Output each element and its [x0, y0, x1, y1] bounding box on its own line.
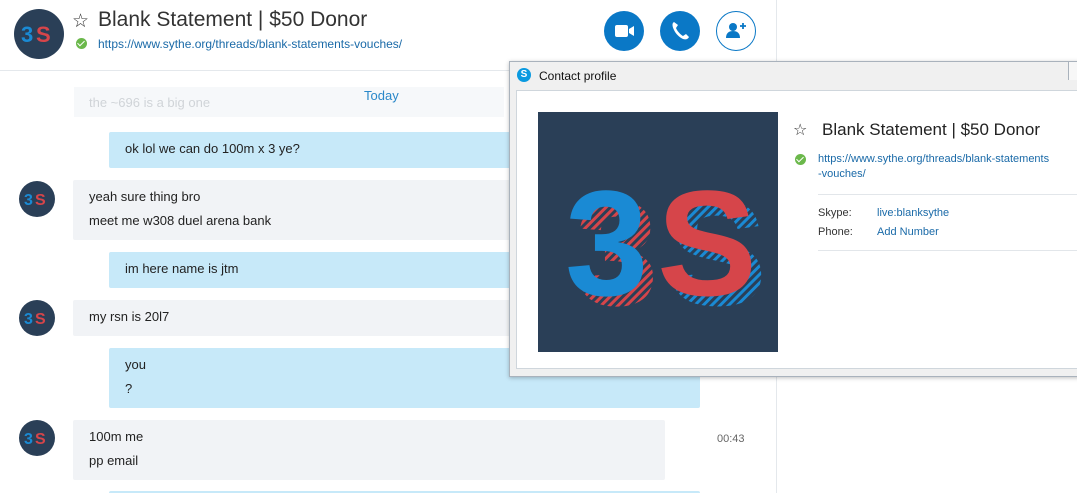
profile-picture: 3 S 3 S — [538, 112, 778, 352]
favorite-star-icon[interactable]: ☆ — [72, 10, 89, 33]
contact-mood-link[interactable]: https://www.sythe.org/threads/blank-stat… — [98, 37, 402, 51]
svg-text:S: S — [35, 431, 46, 448]
divider — [818, 250, 1077, 251]
bs-logo-icon: 3 S — [21, 22, 51, 47]
bs-logo-icon: 3 S — [24, 431, 46, 448]
svg-text:3: 3 — [24, 192, 33, 209]
page-title: Blank Statement | $50 Donor — [98, 8, 368, 31]
profile-url-line: https://www.sythe.org/threads/blank-stat… — [818, 153, 1050, 165]
svg-text:S: S — [657, 159, 757, 327]
window-control[interactable] — [1068, 62, 1077, 80]
add-contact-icon — [726, 23, 746, 38]
video-call-button[interactable] — [604, 11, 644, 51]
message-text: 100m me — [89, 429, 144, 444]
svg-text:S: S — [35, 192, 46, 209]
avatar[interactable]: 3 S — [19, 300, 55, 336]
favorite-star-icon[interactable]: ☆ — [793, 120, 807, 140]
skype-label: Skype: — [818, 207, 852, 219]
phone-label: Phone: — [818, 226, 853, 238]
date-divider: Today — [364, 88, 399, 103]
bs-logo-icon: 3 S — [24, 311, 46, 328]
online-status-icon — [76, 38, 87, 49]
svg-text:S: S — [36, 22, 51, 47]
online-status-icon — [795, 154, 806, 165]
profile-url-line: -vouches/ — [818, 168, 866, 180]
message-text: ? — [125, 381, 133, 396]
divider — [818, 194, 1077, 195]
profile-name: Blank Statement | $50 Donor — [822, 120, 1040, 139]
window-title: Contact profile — [539, 69, 617, 83]
contact-profile-window[interactable]: S Contact profile 3 S 3 S ☆ Blank Statem — [509, 61, 1077, 377]
skype-icon: S — [517, 68, 531, 82]
avatar[interactable]: 3 S — [19, 181, 55, 217]
profile-mood-link[interactable]: https://www.sythe.org/threads/blank-stat… — [818, 152, 1077, 182]
skype-id-link[interactable]: live:blanksythe — [877, 207, 949, 219]
faded-message: the ~696 is a big one — [74, 87, 504, 117]
svg-text:3: 3 — [21, 22, 33, 47]
message-text: pp email — [89, 453, 139, 468]
video-call-icon — [615, 25, 634, 37]
bs-logo-icon: 3 S 3 S — [565, 159, 767, 337]
audio-call-button[interactable] — [660, 11, 700, 51]
add-number-link[interactable]: Add Number — [877, 226, 939, 238]
phone-icon — [672, 22, 689, 40]
message-timestamp: 00:43 — [717, 433, 745, 445]
faded-message-text: the ~696 is a big one — [89, 95, 211, 110]
svg-text:3: 3 — [24, 311, 33, 328]
profile-body: 3 S 3 S ☆ Blank Statement | $50 Donor ht… — [516, 90, 1077, 369]
avatar[interactable]: 3 S — [19, 420, 55, 456]
svg-text:3: 3 — [565, 159, 648, 327]
add-contact-button[interactable] — [716, 11, 756, 51]
bs-logo-icon: 3 S — [24, 192, 46, 209]
svg-text:3: 3 — [24, 431, 33, 448]
svg-text:S: S — [35, 311, 46, 328]
message-incoming[interactable]: 100m me pp email — [73, 420, 665, 480]
avatar[interactable]: 3 S — [14, 9, 64, 59]
